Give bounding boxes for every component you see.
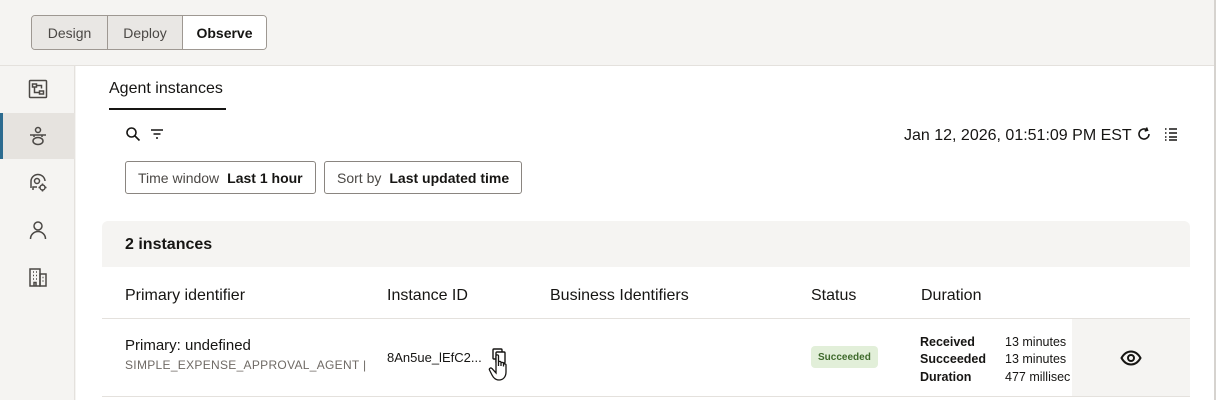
- view-instance-button[interactable]: [1072, 319, 1190, 396]
- agent-icon: [29, 126, 46, 146]
- design-button[interactable]: Design: [32, 16, 108, 49]
- filter-button[interactable]: [149, 126, 165, 142]
- sort-by-filter[interactable]: Sort by Last updated time: [324, 161, 523, 194]
- time-window-label: Time window: [138, 169, 220, 186]
- search-icon: [126, 127, 141, 142]
- primary-identifier: Primary: undefined: [125, 337, 251, 354]
- column-header-duration[interactable]: Duration: [921, 287, 981, 305]
- column-header-instance-id[interactable]: Instance ID: [387, 287, 468, 305]
- view-switcher: Design Deploy Observe: [31, 15, 267, 50]
- received-value: 13 minutes: [1005, 335, 1067, 349]
- primary-identifier-subtext: SIMPLE_EXPENSE_APPROVAL_AGENT |: [125, 358, 367, 372]
- instances-count-bar: 2 instances: [102, 221, 1190, 267]
- filter-icon: [151, 129, 163, 139]
- refresh-button[interactable]: [1136, 126, 1152, 142]
- time-window-value: Last 1 hour: [227, 169, 303, 186]
- column-header-status[interactable]: Status: [811, 287, 856, 305]
- sort-by-label: Sort by: [337, 169, 382, 186]
- succeeded-label: Succeeded: [920, 352, 987, 366]
- observe-button[interactable]: Observe: [183, 16, 266, 49]
- sidebar-item-agent-settings[interactable]: [0, 160, 75, 206]
- sidebar-item-agents[interactable]: [0, 113, 75, 159]
- sort-by-value: Last updated time: [389, 169, 510, 186]
- table-row[interactable]: Primary: undefined SIMPLE_EXPENSE_APPROV…: [102, 319, 1190, 397]
- instances-table: 2 instances Primary identifier Instance …: [102, 221, 1190, 400]
- last-refresh-timestamp: Jan 12, 2026, 01:51:09 PM EST: [904, 127, 1132, 144]
- table-header-row: Primary identifier Instance ID Business …: [102, 267, 1190, 319]
- instance-id: 8An5ue_lEfC2...: [387, 350, 482, 365]
- time-window-filter[interactable]: Time window Last 1 hour: [125, 161, 316, 194]
- deploy-button[interactable]: Deploy: [108, 16, 183, 49]
- column-header-business-identifiers[interactable]: Business Identifiers: [550, 287, 689, 305]
- agent-settings-icon: [29, 173, 46, 192]
- sidebar-item-organization[interactable]: [0, 254, 75, 300]
- column-header-primary-identifier[interactable]: Primary identifier: [125, 287, 245, 305]
- person-icon: [29, 221, 46, 240]
- copy-instance-id-button[interactable]: [492, 348, 508, 364]
- building-icon: [28, 268, 47, 287]
- main-panel: Agent instances Jan 12, 2026, 01:51:09 P…: [76, 66, 1214, 400]
- sidebar-item-users[interactable]: [0, 207, 75, 253]
- column-settings-button[interactable]: [1163, 126, 1179, 142]
- list-settings-icon: [1165, 128, 1177, 141]
- search-button[interactable]: [125, 126, 141, 142]
- side-rail: [0, 66, 75, 400]
- duration-details: Received 13 minutes Succeeded 13 minutes…: [920, 333, 1072, 383]
- refresh-icon: [1138, 127, 1150, 140]
- instances-count: 2 instances: [125, 236, 213, 253]
- received-label: Received: [920, 335, 975, 349]
- status-badge: Succeeded: [811, 346, 878, 368]
- copy-icon: [492, 348, 506, 364]
- duration-value: 477 millisec: [1005, 370, 1071, 383]
- succeeded-value: 13 minutes: [1005, 352, 1067, 366]
- eye-icon: [1120, 349, 1142, 366]
- tab-agent-instances[interactable]: Agent instances: [109, 80, 226, 110]
- flow-diagram-icon: [28, 79, 47, 99]
- duration-label: Duration: [920, 370, 972, 383]
- top-bar: Design Deploy Observe: [0, 0, 1216, 66]
- sidebar-item-flows[interactable]: [0, 66, 75, 112]
